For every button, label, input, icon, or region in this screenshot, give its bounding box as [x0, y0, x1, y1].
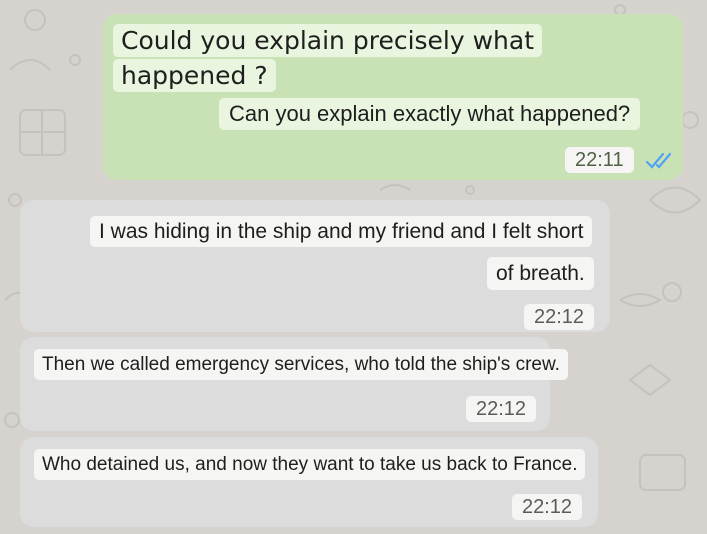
message-timestamp-incoming: 22:12	[524, 304, 595, 330]
message-line: of breath.	[487, 257, 594, 290]
message-bubble-incoming[interactable]: Who detained us, and now they want to ta…	[20, 437, 598, 527]
message-line: Who detained us, and now they want to ta…	[34, 449, 586, 480]
message-timestamp-incoming: 22:12	[466, 396, 537, 422]
message-time: 22:11	[565, 147, 634, 173]
message-original-line: Could you explain precisely what	[113, 24, 543, 57]
message-line: I was hiding in the ship and my friend a…	[90, 216, 593, 247]
message-bubble-incoming[interactable]: I was hiding in the ship and my friend a…	[20, 200, 610, 332]
message-bubble-incoming[interactable]: Then we called emergency services, who t…	[20, 337, 568, 431]
message-time: 22:12	[512, 494, 583, 520]
message-time: 22:12	[466, 396, 537, 422]
message-timestamp-incoming: 22:12	[512, 494, 583, 520]
message-original-line: happened ?	[113, 59, 276, 92]
message-time: 22:12	[524, 304, 595, 330]
message-bubble-outgoing[interactable]: Could you explain precisely what happene…	[103, 14, 683, 180]
message-line: Then we called emergency services, who t…	[34, 349, 568, 380]
message-timestamp-outgoing: 22:11	[565, 147, 679, 173]
double-check-read-icon	[646, 152, 672, 169]
message-translation: Can you explain exactly what happened?	[219, 98, 641, 130]
